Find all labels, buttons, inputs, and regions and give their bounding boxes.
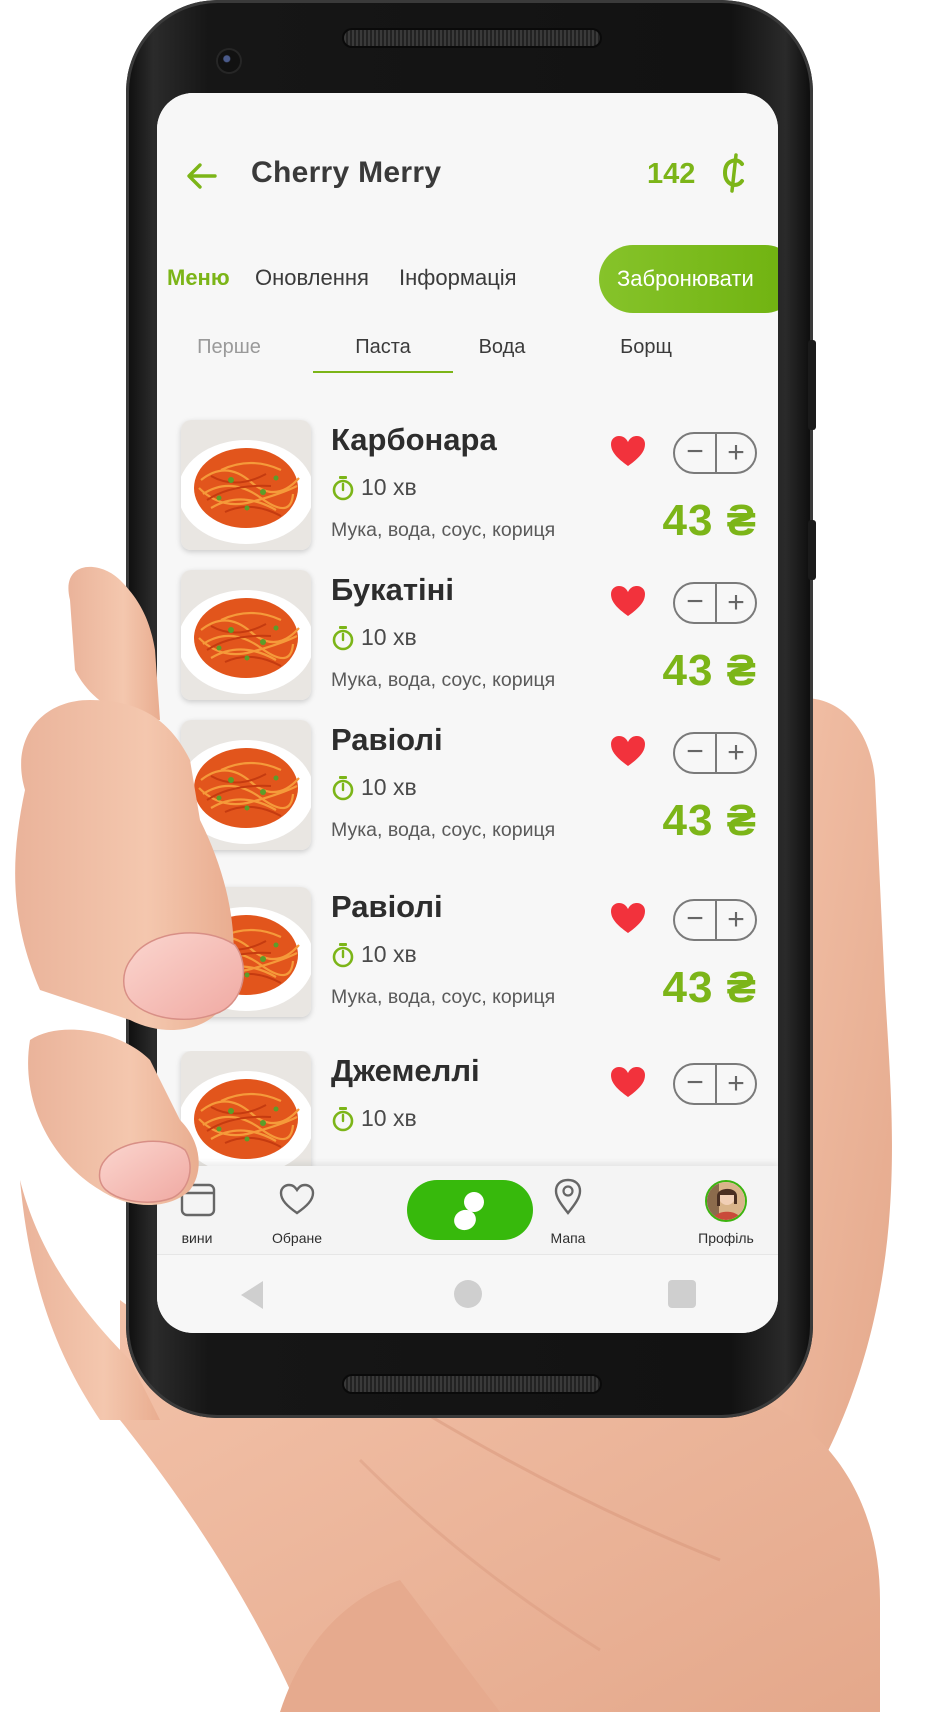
- center-action-button[interactable]: [407, 1180, 533, 1240]
- increment-button[interactable]: +: [719, 584, 753, 622]
- decrement-button[interactable]: −: [679, 734, 711, 772]
- ingredients: Мука, вода, соус, кориця: [331, 519, 556, 541]
- nav-map-label[interactable]: Мапа: [523, 1230, 613, 1246]
- stepper-divider: [715, 584, 717, 622]
- increment-button[interactable]: +: [719, 1065, 753, 1103]
- tab-menu[interactable]: Меню: [167, 265, 230, 291]
- cook-time: 10 хв: [361, 941, 417, 967]
- heart-icon[interactable]: [609, 584, 647, 618]
- coin-balance: 142: [647, 158, 696, 190]
- power-button: [808, 520, 816, 580]
- nav-news-label[interactable]: вини: [157, 1230, 242, 1246]
- menu-item[interactable]: Карбонара 10 хв Мука, вода, соус, кориця…: [157, 420, 778, 560]
- timer-icon: [332, 626, 354, 651]
- timer-icon: [332, 1107, 354, 1132]
- quantity-stepper: − +: [673, 432, 757, 474]
- menu-item[interactable]: Равіолі 10 хв Мука, вода, соус, кориця −…: [157, 720, 778, 860]
- tab-info[interactable]: Інформація: [399, 265, 517, 291]
- dish-price: 43 ₴: [662, 963, 757, 1012]
- system-navigation-bar: [157, 1254, 778, 1333]
- category-underline: [313, 371, 453, 373]
- cook-time: 10 хв: [361, 624, 417, 650]
- quantity-stepper: − +: [673, 582, 757, 624]
- timer-icon: [332, 776, 354, 801]
- dish-photo: [181, 420, 311, 550]
- ingredients: Мука, вода, соус, кориця: [331, 819, 556, 841]
- quantity-stepper: − +: [673, 1063, 757, 1105]
- cook-time: 10 хв: [361, 1105, 417, 1131]
- quantity-stepper: − +: [673, 899, 757, 941]
- stepper-divider: [715, 734, 717, 772]
- timer-icon: [332, 476, 354, 501]
- category-borsch[interactable]: Борщ: [601, 336, 691, 359]
- increment-button[interactable]: +: [719, 434, 753, 472]
- restaurant-title: Cherry Merry: [251, 156, 442, 189]
- increment-button[interactable]: +: [719, 734, 753, 772]
- dish-photo: [181, 1051, 311, 1169]
- menu-item[interactable]: Равіолі 10 хв Мука, вода, соус, кориця −…: [157, 887, 778, 1027]
- front-camera: [218, 50, 240, 72]
- heart-icon[interactable]: [609, 734, 647, 768]
- arrow-left-icon[interactable]: [185, 159, 219, 193]
- dish-name: Карбонара: [331, 422, 497, 457]
- dish-photo: [181, 570, 311, 700]
- book-button[interactable]: Забронювати: [599, 245, 778, 313]
- bottom-speaker: [344, 1376, 600, 1392]
- decrement-button[interactable]: −: [679, 901, 711, 939]
- decrement-button[interactable]: −: [679, 434, 711, 472]
- bottom-navigation: вини Обране Мапа Профіль: [157, 1166, 778, 1254]
- stepper-divider: [715, 901, 717, 939]
- cook-time: 10 хв: [361, 774, 417, 800]
- dish-name: Равіолі: [331, 889, 443, 924]
- timer-icon: [332, 943, 354, 968]
- coin-icon: [722, 153, 744, 193]
- decrement-button[interactable]: −: [679, 584, 711, 622]
- nav-profile-label[interactable]: Профіль: [681, 1230, 771, 1246]
- menu-item[interactable]: Букатіні 10 хв Мука, вода, соус, кориця …: [157, 570, 778, 710]
- stepper-divider: [715, 434, 717, 472]
- volume-button: [808, 340, 816, 430]
- dish-price: 43 ₴: [662, 496, 757, 545]
- map-pin-icon[interactable]: [553, 1178, 583, 1216]
- top-speaker: [344, 30, 600, 46]
- avatar[interactable]: [705, 1180, 747, 1222]
- heart-icon[interactable]: [609, 434, 647, 468]
- stepper-divider: [715, 1065, 717, 1103]
- dish-price: 43 ₴: [662, 796, 757, 845]
- dish-name: Букатіні: [331, 572, 455, 607]
- heart-icon[interactable]: [609, 901, 647, 935]
- app-screen: Cherry Merry 142 Меню Оновлення Інформац…: [157, 93, 778, 1333]
- quantity-stepper: − +: [673, 732, 757, 774]
- app-header: Cherry Merry 142 Меню Оновлення Інформац…: [157, 93, 778, 373]
- heart-outline-icon[interactable]: [278, 1182, 316, 1216]
- app-logo-icon: [454, 1192, 484, 1231]
- category-pasta[interactable]: Паста: [313, 336, 453, 359]
- system-recents-icon[interactable]: [668, 1280, 696, 1308]
- heart-icon[interactable]: [609, 1065, 647, 1099]
- ingredients: Мука, вода, соус, кориця: [331, 669, 556, 691]
- system-home-icon[interactable]: [454, 1280, 482, 1308]
- dish-name: Равіолі: [331, 722, 443, 757]
- nav-favorites-label[interactable]: Обране: [252, 1230, 342, 1246]
- decrement-button[interactable]: −: [679, 1065, 711, 1103]
- dish-name: Джемеллі: [331, 1053, 480, 1088]
- system-back-icon[interactable]: [241, 1281, 263, 1309]
- menu-item[interactable]: Джемеллі 10 хв − +: [157, 1051, 778, 1169]
- category-water[interactable]: Вода: [457, 336, 547, 359]
- ingredients: Мука, вода, соус, кориця: [331, 986, 556, 1008]
- dish-price: 43 ₴: [662, 646, 757, 695]
- category-first[interactable]: Перше: [179, 336, 279, 359]
- tab-updates[interactable]: Оновлення: [255, 265, 369, 291]
- cook-time: 10 хв: [361, 474, 417, 500]
- increment-button[interactable]: +: [719, 901, 753, 939]
